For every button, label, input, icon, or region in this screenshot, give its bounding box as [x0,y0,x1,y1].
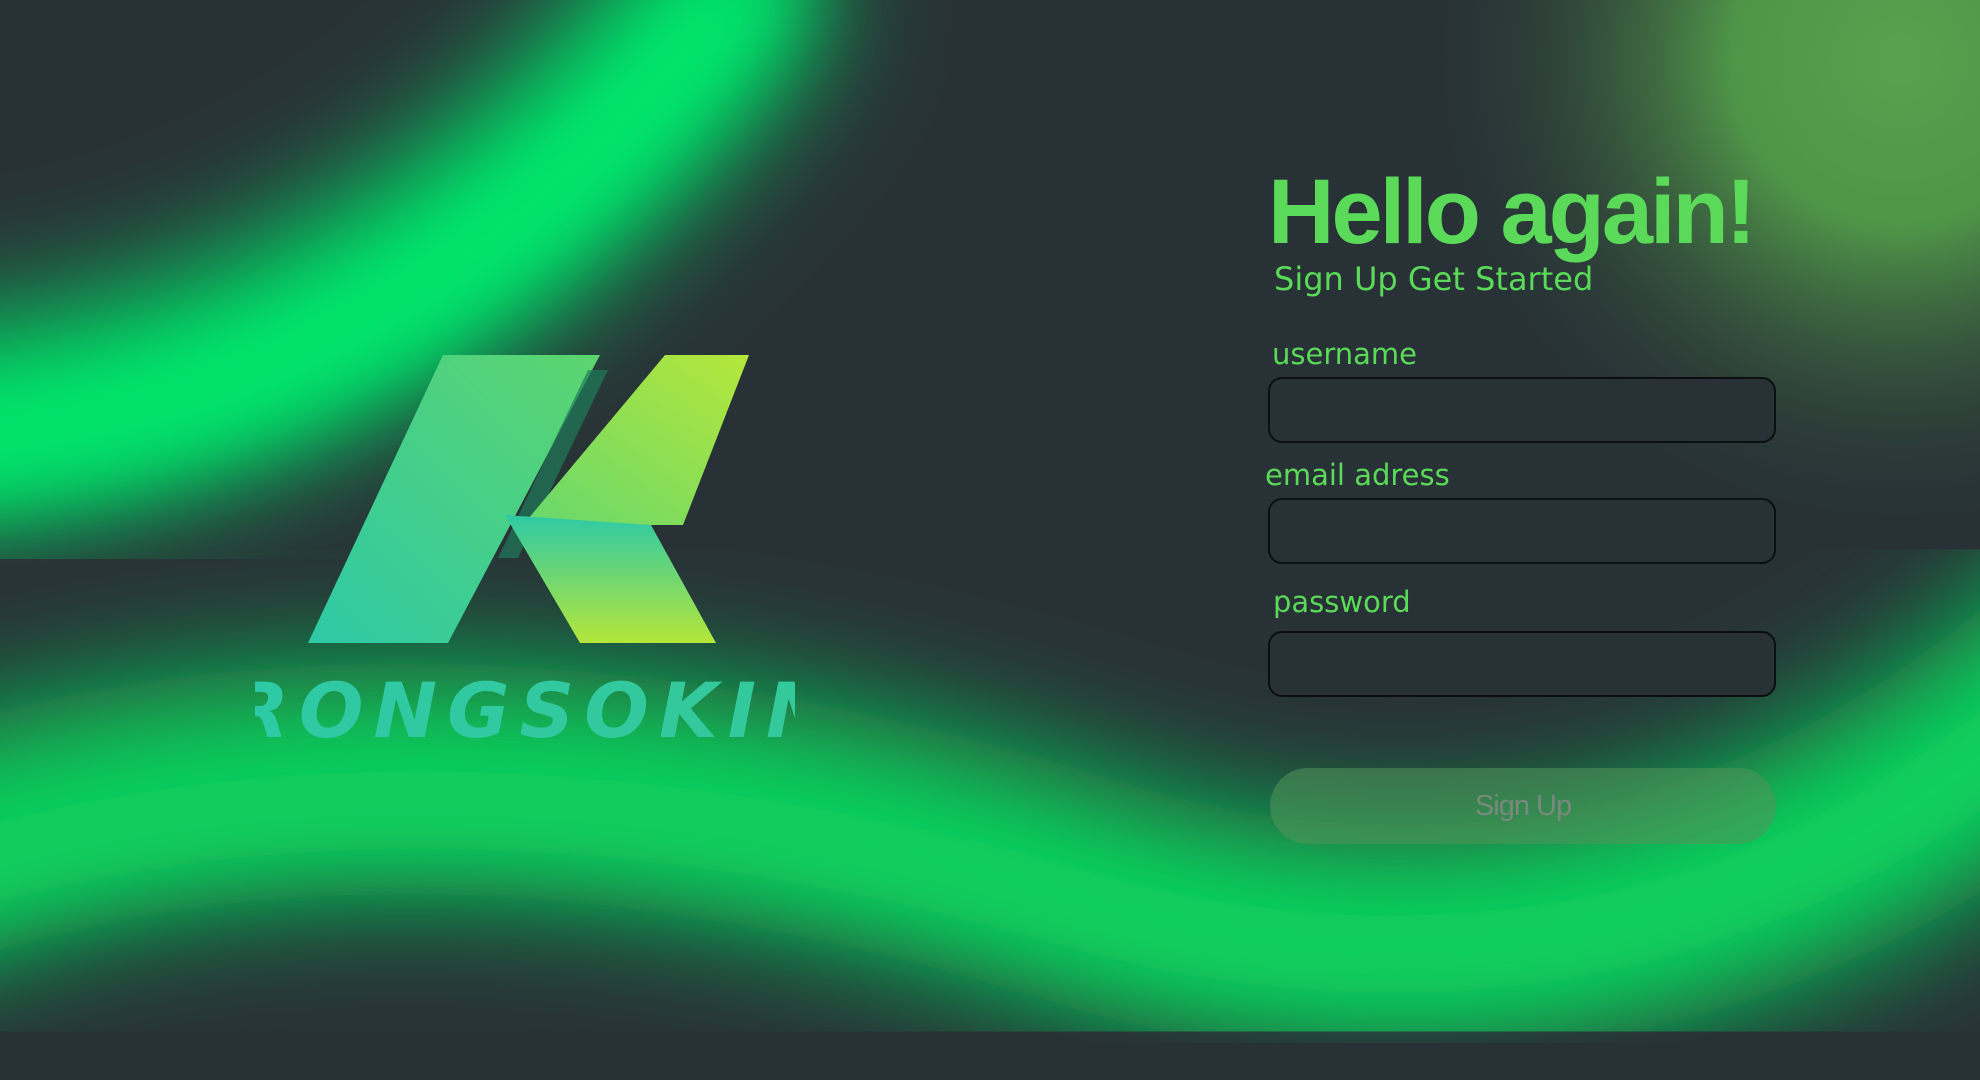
brand-logo: RONGSOKIN [255,350,795,750]
username-label: username [1272,337,1417,371]
brand-name: RONGSOKIN [255,666,795,750]
password-label: password [1273,585,1411,619]
email-label: email adress [1265,458,1450,492]
sign-up-form: Hello again! Sign Up Get Started usernam… [1262,160,1782,860]
sign-up-screen: RONGSOKIN Hello again! Sign Up Get Start… [0,0,1980,1080]
page-subtitle: Sign Up Get Started [1274,260,1594,298]
password-input[interactable] [1268,631,1776,697]
email-input[interactable] [1268,498,1776,564]
rongsokin-k-logo-icon [308,355,749,643]
page-title: Hello again! [1268,161,1756,263]
username-input[interactable] [1268,377,1776,443]
sign-up-button[interactable]: Sign Up [1270,768,1776,844]
